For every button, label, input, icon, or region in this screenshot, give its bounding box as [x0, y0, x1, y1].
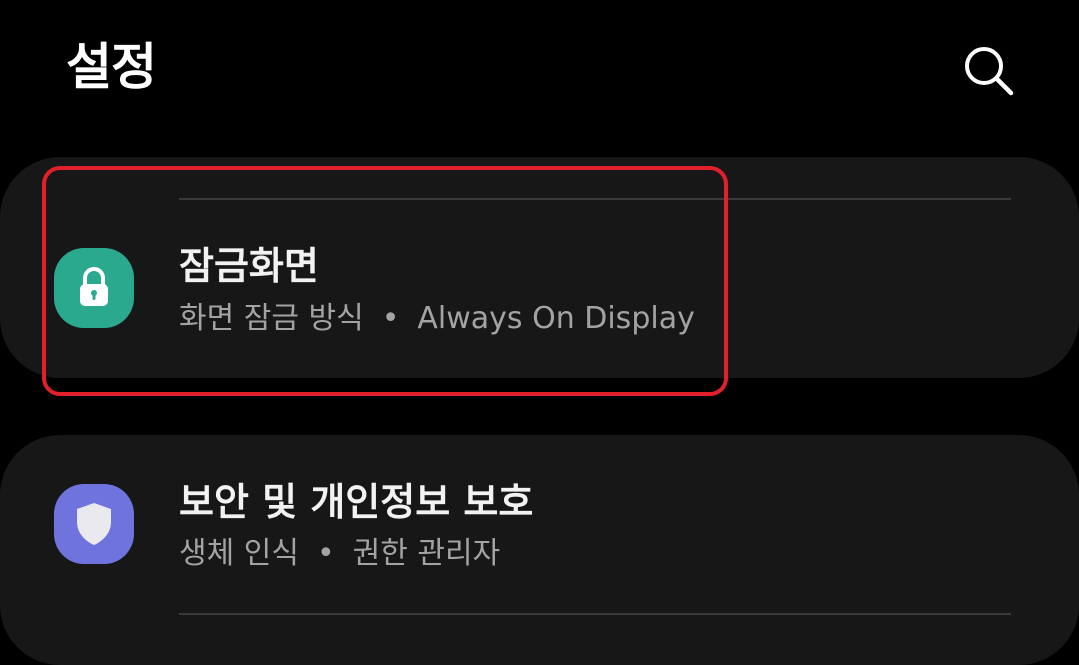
search-button[interactable]: [954, 36, 1024, 106]
search-icon: [965, 47, 1014, 96]
security-icon-container: [54, 484, 134, 564]
lock-screen-icon-container: [54, 248, 134, 328]
settings-card-security: 보안 및 개인정보 보호 생체 인식 • 권한 관리자: [0, 435, 1079, 665]
setting-item-title: 잠금화면: [179, 244, 319, 288]
subtitle-part: 권한 관리자: [352, 536, 501, 571]
setting-item-subtitle: 생체 인식 • 권한 관리자: [179, 534, 500, 574]
setting-item-lock-screen[interactable]: 잠금화면 화면 잠금 방식 • Always On Display: [0, 207, 1079, 357]
divider: [179, 198, 1011, 200]
setting-item-title: 보안 및 개인정보 보호: [179, 480, 534, 524]
separator-dot: •: [381, 301, 400, 336]
lock-icon: [80, 267, 108, 306]
setting-item-security-privacy[interactable]: 보안 및 개인정보 보호 생체 인식 • 권한 관리자: [0, 445, 1079, 605]
subtitle-part: 화면 잠금 방식: [179, 301, 364, 336]
setting-item-subtitle: 화면 잠금 방식 • Always On Display: [179, 299, 695, 339]
app-header: 설정: [0, 0, 1079, 140]
separator-dot: •: [316, 536, 335, 571]
subtitle-part: 생체 인식: [179, 536, 299, 571]
subtitle-part: Always On Display: [417, 301, 695, 336]
settings-card-lock-screen: 잠금화면 화면 잠금 방식 • Always On Display: [0, 157, 1079, 378]
divider: [179, 613, 1011, 615]
page-title: 설정: [66, 38, 157, 96]
shield-icon: [77, 503, 111, 545]
